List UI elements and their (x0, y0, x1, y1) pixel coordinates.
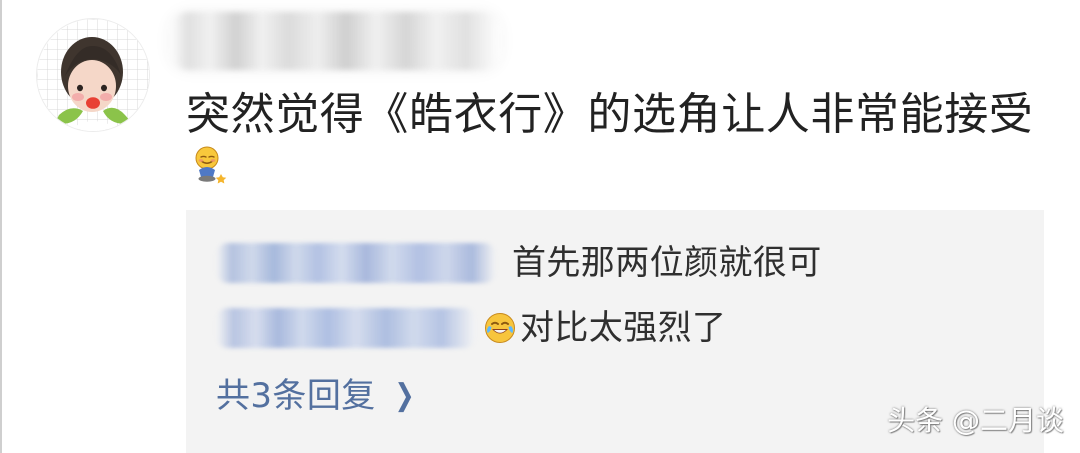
chevron-right-icon: ❯ (394, 378, 415, 413)
main-comment-text: 突然觉得《皓衣行》的选角让人非常能接受 (186, 89, 1034, 140)
laugh-cry-emoji (485, 313, 515, 343)
reply-author-redaction (216, 243, 496, 283)
reply-item: 首先那两位颜就很可 (216, 236, 822, 290)
left-border (0, 0, 2, 453)
view-more-replies-link[interactable]: 共3条回复 ❯ (216, 374, 417, 418)
reply-text: 首先那两位颜就很可 (512, 243, 822, 283)
avatar-image (37, 19, 149, 131)
reply-author-redaction (216, 308, 476, 348)
blush-sit-emoji (195, 146, 227, 184)
avatar[interactable] (36, 18, 150, 132)
username-redaction (170, 12, 500, 70)
reply-text: 对比太强烈了 (520, 308, 727, 348)
watermark-text: 头条 @二月谈 (887, 404, 1064, 437)
reply-item: 对比太强烈了 (216, 301, 726, 355)
view-more-replies-label: 共3条回复 (216, 376, 376, 416)
